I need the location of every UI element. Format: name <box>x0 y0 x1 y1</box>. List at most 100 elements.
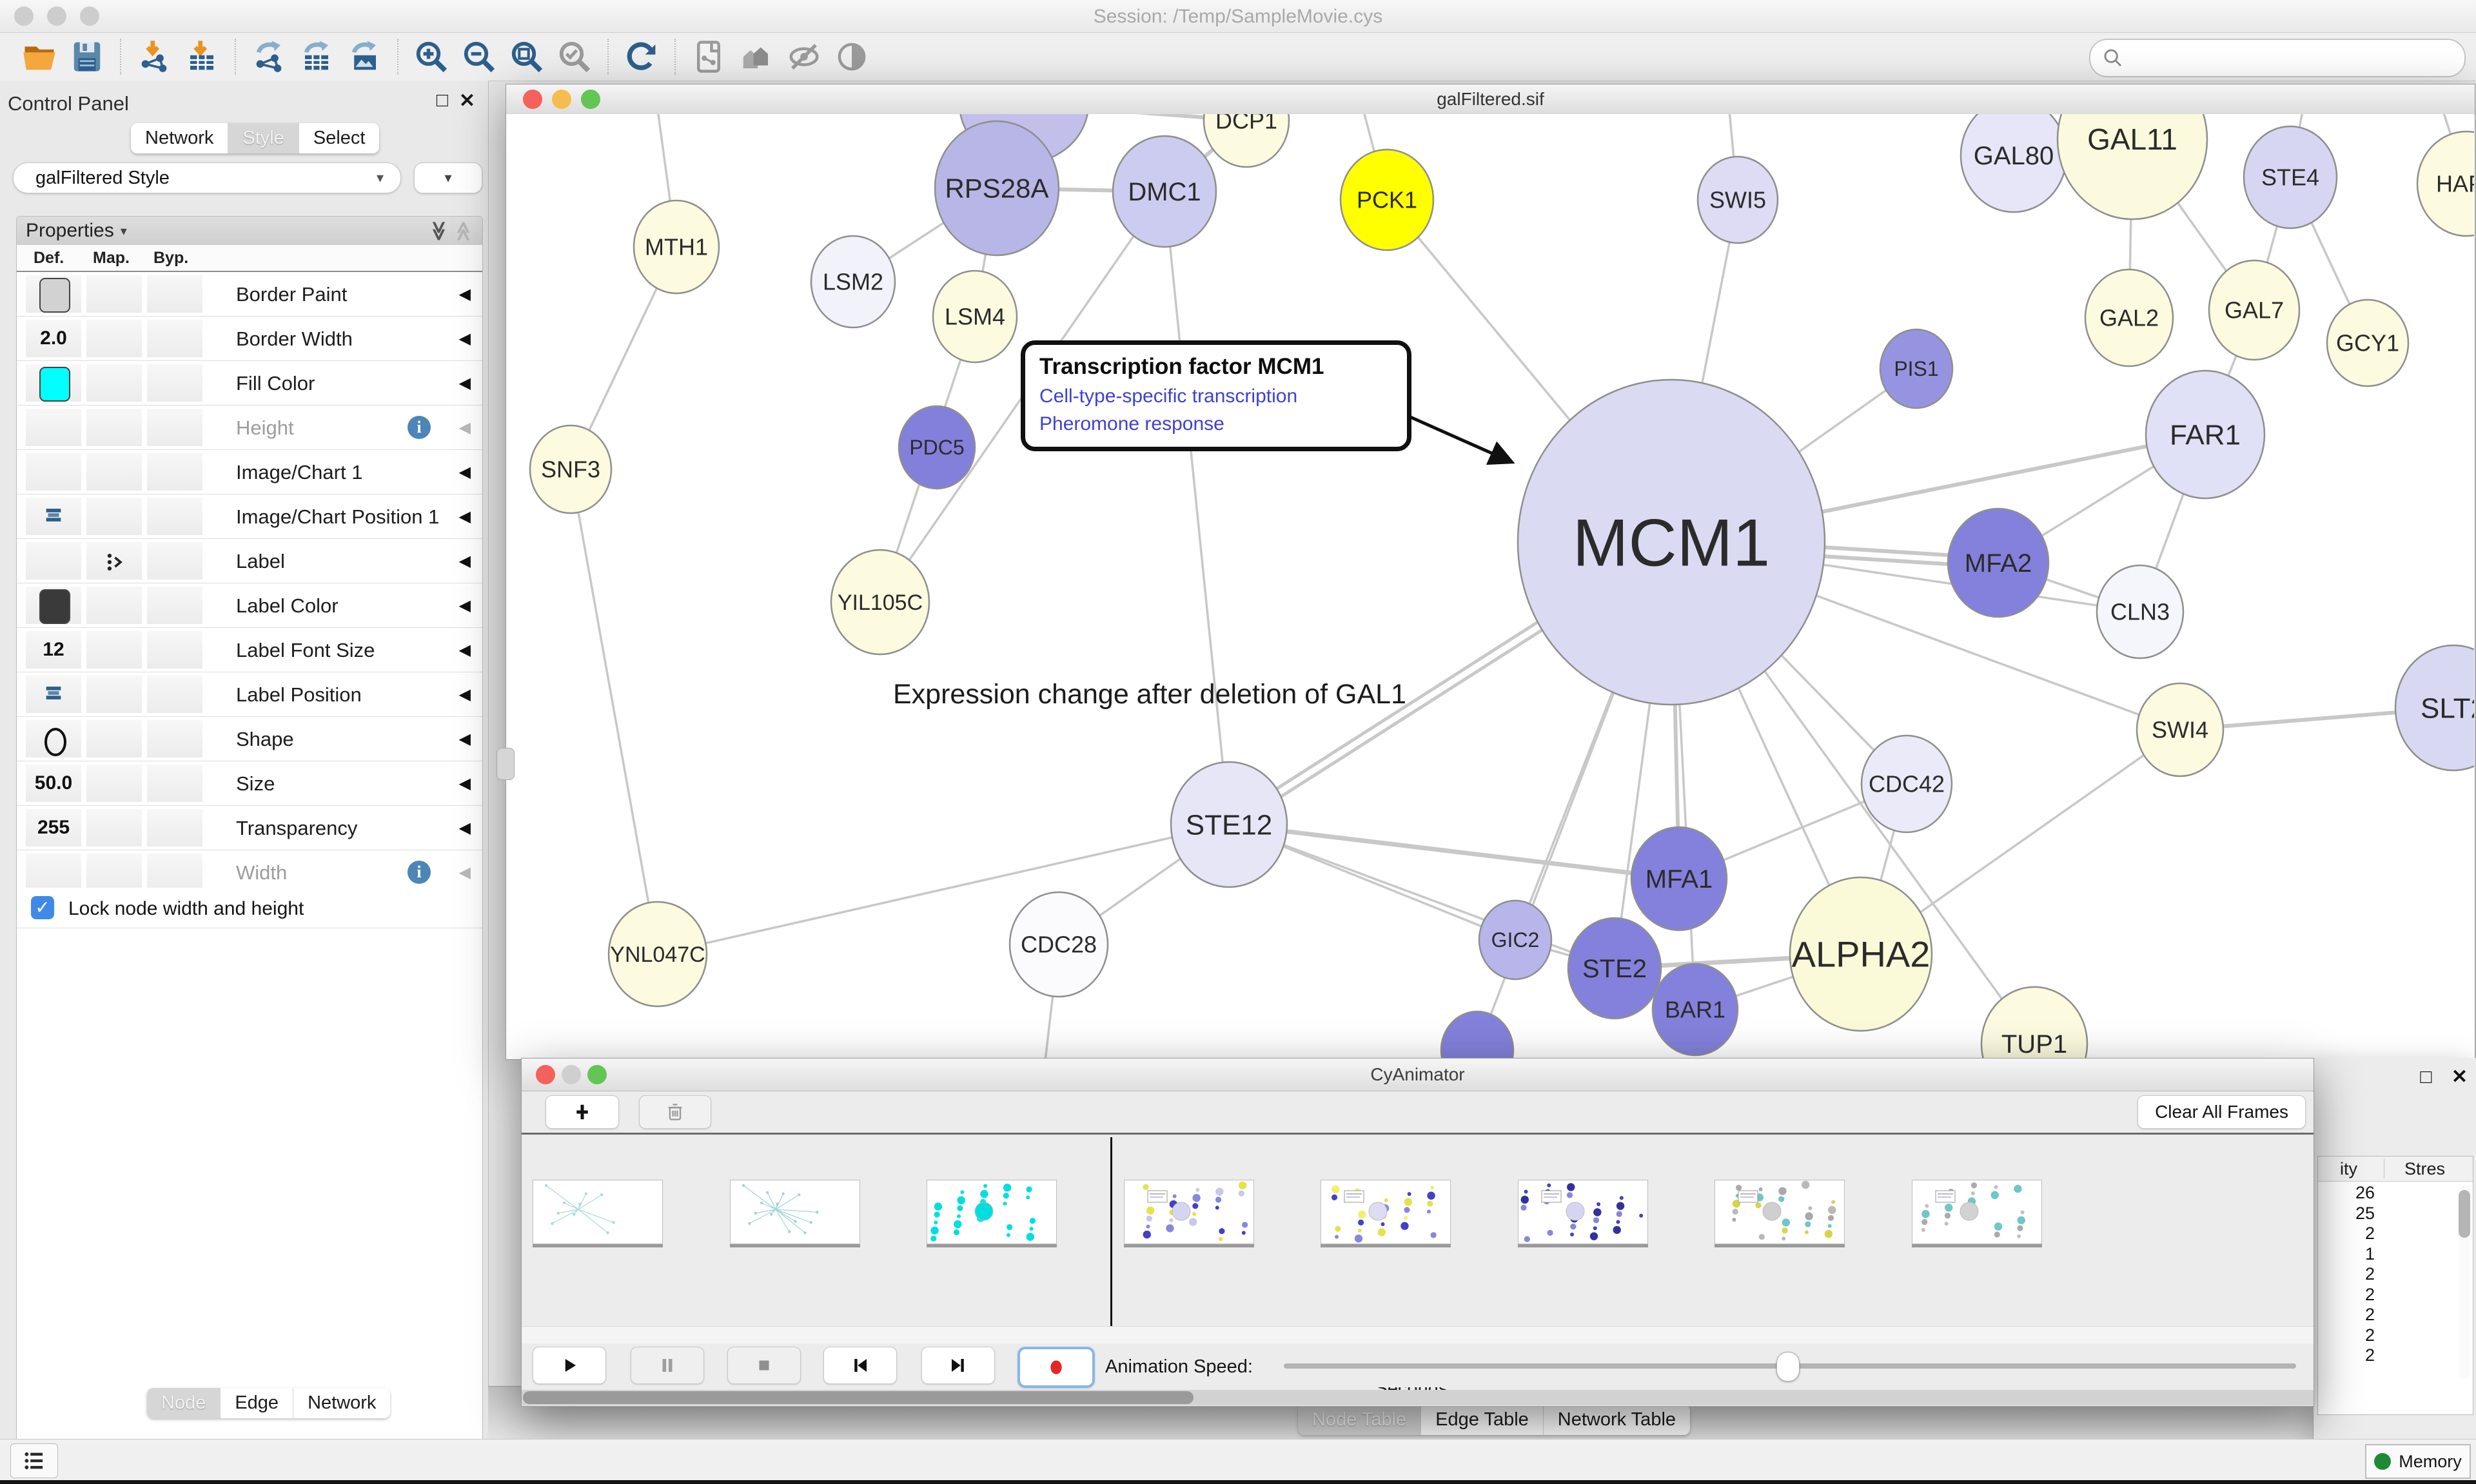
expand-property-icon[interactable]: ◀ <box>459 552 471 571</box>
timeline-scroll-strip[interactable] <box>522 1326 2314 1344</box>
tab-edge-table[interactable]: Edge Table <box>1421 1405 1544 1435</box>
zoom-in-button[interactable] <box>411 37 451 77</box>
search-input[interactable] <box>2130 47 2451 69</box>
mapping-cell[interactable] <box>86 275 142 313</box>
table-row[interactable]: 26 <box>2318 1182 2473 1203</box>
property-row-transparency[interactable]: 255Transparency◀ <box>17 806 482 850</box>
tab-edge[interactable]: Edge <box>221 1388 293 1418</box>
add-frame-button[interactable] <box>545 1095 619 1129</box>
column-stress[interactable]: Stres <box>2404 1159 2445 1179</box>
table-row[interactable]: 2 <box>2318 1264 2473 1284</box>
default-cell[interactable] <box>26 542 81 580</box>
default-value-text[interactable]: 2.0 <box>26 327 81 349</box>
memory-button[interactable]: Memory <box>2365 1444 2471 1479</box>
network-node-GAL80[interactable]: GAL80 <box>1961 114 2067 212</box>
open-button[interactable] <box>19 37 59 77</box>
float-panel-icon[interactable]: □ <box>437 90 448 112</box>
network-node-PIS1[interactable]: PIS1 <box>1880 329 1952 408</box>
default-cell[interactable] <box>26 720 81 757</box>
network-node-unlabeled[interactable] <box>1441 1011 1513 1059</box>
property-row-label-position[interactable]: Label Position◀ <box>17 672 482 717</box>
network-window-titlebar[interactable]: galFiltered.sif <box>506 84 2475 115</box>
expand-property-icon[interactable]: ◀ <box>459 641 471 659</box>
bypass-cell[interactable] <box>147 542 202 580</box>
mapping-cell[interactable] <box>86 676 142 713</box>
network-edge[interactable] <box>658 825 1229 954</box>
cyanimator-hscroll-thumb[interactable] <box>523 1391 1194 1404</box>
table-row[interactable]: 25 <box>2318 1203 2473 1224</box>
bypass-cell[interactable] <box>147 809 202 846</box>
default-cell[interactable] <box>26 498 81 535</box>
bypass-cell[interactable] <box>147 676 202 713</box>
property-row-label[interactable]: Label◀ <box>17 539 482 583</box>
network-node-GAL11[interactable]: GAL11 <box>2058 114 2207 219</box>
table-scrollbar-thumb[interactable] <box>2459 1190 2470 1238</box>
zoom-fit-button[interactable] <box>507 37 547 77</box>
table-row[interactable]: 2 <box>2318 1284 2473 1305</box>
animation-speed-handle[interactable] <box>1776 1352 1800 1381</box>
network-node-RPS28A[interactable]: RPS28A <box>935 121 1059 255</box>
expand-property-icon[interactable]: ◀ <box>459 507 471 526</box>
expand-property-icon[interactable]: ◀ <box>459 418 471 437</box>
mapping-cell[interactable] <box>86 720 142 757</box>
mapping-cell[interactable] <box>86 587 142 624</box>
property-row-label-color[interactable]: Label Color◀ <box>17 583 482 628</box>
expand-property-icon[interactable]: ◀ <box>459 774 471 793</box>
style-selector-dropdown[interactable]: galFiltered Style ▾ <box>13 162 401 193</box>
table-row[interactable]: 2 <box>2318 1345 2473 1365</box>
bypass-cell[interactable] <box>147 854 202 891</box>
play-button[interactable] <box>533 1347 606 1384</box>
record-button[interactable] <box>1017 1347 1095 1388</box>
close-panel-icon[interactable]: ✕ <box>459 90 475 112</box>
mapping-cell[interactable] <box>86 453 142 491</box>
network-node-SWI4[interactable]: SWI4 <box>2137 683 2223 776</box>
default-cell[interactable] <box>26 275 81 313</box>
bypass-cell[interactable] <box>147 364 202 402</box>
property-row-border-width[interactable]: 2.0Border Width◀ <box>17 317 482 361</box>
network-node-GIC2[interactable]: GIC2 <box>1479 901 1551 979</box>
network-node-CDC28[interactable]: CDC28 <box>1010 892 1108 997</box>
style-options-button[interactable]: ▾ <box>414 162 482 193</box>
cyanimator-timeline[interactable]: 0123456789 Seconds <box>522 1135 2314 1326</box>
cyanimator-hscrollbar[interactable] <box>522 1390 2314 1405</box>
property-row-border-paint[interactable]: Border Paint◀ <box>17 272 482 317</box>
network-node-MFA1[interactable]: MFA1 <box>1631 827 1727 930</box>
refresh-button[interactable] <box>622 37 662 77</box>
tab-network[interactable]: Network <box>131 123 228 153</box>
properties-header[interactable]: Properties ▾ ≫ ≫ <box>17 217 482 246</box>
tab-network-bottom[interactable]: Network <box>293 1388 390 1418</box>
frame-thumbnail-6[interactable] <box>1715 1180 1845 1244</box>
expand-all-icon[interactable]: ≫ <box>427 220 450 240</box>
expand-property-icon[interactable]: ◀ <box>459 819 471 837</box>
default-value-text[interactable]: 255 <box>26 817 81 839</box>
annotation-link-2[interactable]: Pheromone response <box>1039 413 1400 435</box>
expand-property-icon[interactable]: ◀ <box>459 730 471 748</box>
property-row-image-chart-position-1[interactable]: Image/Chart Position 1◀ <box>17 494 482 539</box>
network-node-CLN3[interactable]: CLN3 <box>2097 565 2183 658</box>
mapping-cell[interactable] <box>86 409 142 446</box>
default-cell[interactable] <box>26 676 81 713</box>
mapping-icon[interactable] <box>103 551 125 576</box>
info-icon[interactable]: i <box>408 861 431 884</box>
default-cell[interactable]: 12 <box>26 631 81 669</box>
cyanimator-titlebar[interactable]: CyAnimator <box>522 1059 2314 1091</box>
frame-thumbnail-2[interactable] <box>927 1180 1057 1244</box>
mapping-cell[interactable] <box>86 854 142 891</box>
tab-node[interactable]: Node <box>147 1388 221 1418</box>
network-node-STE2[interactable]: STE2 <box>1568 918 1661 1019</box>
hide-button[interactable] <box>784 37 824 77</box>
timeline-playhead[interactable] <box>1110 1137 1112 1330</box>
network-edge[interactable] <box>1164 191 1229 825</box>
default-cell[interactable]: 255 <box>26 809 81 846</box>
frame-thumbnail-1[interactable] <box>730 1180 860 1244</box>
network-node-GAL2[interactable]: GAL2 <box>2085 269 2173 366</box>
mapping-cell[interactable] <box>86 364 142 402</box>
import-table-button[interactable] <box>182 37 222 77</box>
default-cell[interactable] <box>26 364 81 402</box>
network-node-LSM4[interactable]: LSM4 <box>933 271 1017 362</box>
mapping-cell[interactable] <box>86 765 142 802</box>
network-node-GCY1[interactable]: GCY1 <box>2327 300 2408 386</box>
network-node-YNL047C[interactable]: YNL047C <box>609 902 707 1006</box>
network-node-MCM1[interactable]: MCM1 <box>1518 380 1825 705</box>
mapping-cell[interactable] <box>86 542 142 580</box>
